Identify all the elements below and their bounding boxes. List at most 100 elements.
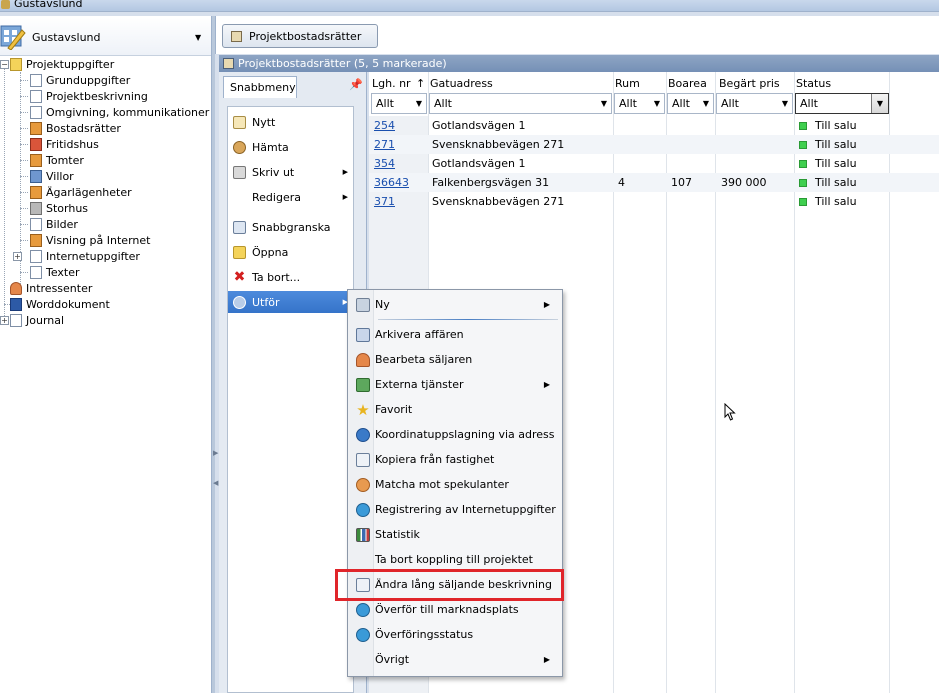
menu-item-ovrigt[interactable]: Övrigt ▶ <box>350 647 560 672</box>
tree-item-grunduppgifter[interactable]: Grunduppgifter <box>30 72 130 88</box>
tree-item-internetuppgifter[interactable]: Internetuppgifter <box>30 248 140 264</box>
column-header-status[interactable]: Status <box>796 77 831 90</box>
submenu-arrow-icon: ▶ <box>543 655 550 664</box>
tree-item-projektuppgifter[interactable]: Projektuppgifter <box>10 56 114 72</box>
menu-item-favorit[interactable]: ★ Favorit <box>350 397 560 422</box>
expand-toggle[interactable]: + <box>13 252 22 261</box>
table-row[interactable]: 254 Gotlandsvägen 1 Till salu <box>369 116 939 135</box>
tree-item-agarlagenheter[interactable]: Ägarlägenheter <box>30 184 132 200</box>
archive-icon <box>356 327 370 342</box>
filter-rum[interactable]: Allt ▼ <box>614 93 665 114</box>
table-row[interactable]: 36643 Falkenbergsvägen 31 4 107 390 000 … <box>369 173 939 192</box>
filter-status[interactable]: Allt ▼ <box>795 93 889 114</box>
menu-item-registrering[interactable]: Registrering av Internetuppgifter <box>350 497 560 522</box>
grid-title-bar: Projektbostadsrätter (5, 5 markerade) <box>219 55 939 72</box>
quick-menu-nytt[interactable]: Nytt <box>228 111 354 133</box>
quick-menu-redigera[interactable]: Redigera ▶ <box>228 186 354 208</box>
new-icon <box>233 115 246 129</box>
table-row[interactable]: 371 Svensknabbevägen 271 Till salu <box>369 192 939 211</box>
table-row[interactable]: 271 Svensknabbevägen 271 Till salu <box>369 135 939 154</box>
splitter-grip-icon[interactable]: ◀ <box>213 479 218 487</box>
quick-menu-hamta[interactable]: Hämta <box>228 136 354 158</box>
submenu-arrow-icon: ▶ <box>543 380 550 389</box>
quick-menu-ta-bort[interactable]: ✖ Ta bort... <box>228 266 354 288</box>
globe-icon <box>356 602 370 617</box>
expand-toggle[interactable]: + <box>0 316 9 325</box>
toolbar-panel: Projektbostadsrätter <box>215 16 939 54</box>
document-icon <box>30 265 42 279</box>
new-person-icon <box>356 297 370 312</box>
tree-item-villor[interactable]: Villor <box>30 168 74 184</box>
tab-snabbmeny[interactable]: Snabbmeny <box>223 76 297 98</box>
owned-apartment-icon <box>30 185 42 199</box>
column-header-rum[interactable]: Rum <box>615 77 640 90</box>
column-header-begart-pris[interactable]: Begärt pris <box>719 77 780 90</box>
filter-begart-pris[interactable]: Allt ▼ <box>716 93 793 114</box>
column-header-boarea[interactable]: Boarea <box>668 77 707 90</box>
menu-item-kopiera[interactable]: Kopiera från fastighet <box>350 447 560 472</box>
pane-splitter[interactable] <box>212 16 215 693</box>
menu-item-arkivera[interactable]: Arkivera affären <box>350 322 560 347</box>
tree-item-fritidshus[interactable]: Fritidshus <box>30 136 99 152</box>
column-header-lgh-nr[interactable]: Lgh. nr <box>372 77 411 90</box>
menu-item-ny[interactable]: Ny ▶ <box>350 292 560 317</box>
menu-item-koordinat[interactable]: Koordinatuppslagning via adress <box>350 422 560 447</box>
globe-icon <box>356 502 370 517</box>
person-icon <box>356 352 370 367</box>
utfor-context-menu: Ny ▶ Arkivera affären Bearbeta säljaren E… <box>347 289 563 677</box>
tree-item-intressenter[interactable]: Intressenter <box>10 280 92 296</box>
filter-lgh-nr[interactable]: Allt ▼ <box>371 93 427 114</box>
filter-boarea[interactable]: Allt ▼ <box>667 93 714 114</box>
tree-item-tomter[interactable]: Tomter <box>30 152 84 168</box>
plot-icon <box>30 153 42 167</box>
highlight-box <box>335 569 564 601</box>
printer-icon <box>233 165 246 179</box>
mouse-cursor-icon <box>724 403 736 421</box>
document-icon <box>30 217 42 231</box>
tree-item-visning[interactable]: Visning på Internet <box>30 232 150 248</box>
quick-menu-utfor[interactable]: Utför ▶ <box>228 291 354 313</box>
document-icon <box>30 249 42 263</box>
document-icon <box>30 73 42 87</box>
project-selector[interactable]: Gustavslund ▼ <box>0 18 211 56</box>
window-title: Gustavslund <box>14 0 83 10</box>
chevron-down-icon: ▼ <box>781 99 788 108</box>
tree-item-omgivning[interactable]: Omgivning, kommunikationer <box>30 104 209 120</box>
house-icon <box>30 169 42 183</box>
word-document-icon <box>10 297 22 311</box>
quick-menu-oppna[interactable]: Öppna <box>228 241 354 263</box>
chevron-down-icon[interactable]: ▼ <box>195 33 201 42</box>
pin-icon[interactable]: 📌 <box>349 78 363 91</box>
tree-item-texter[interactable]: Texter <box>30 264 80 280</box>
table-row[interactable]: 354 Gotlandsvägen 1 Till salu <box>369 154 939 173</box>
tree-item-bostadsratter[interactable]: Bostadsrätter <box>30 120 121 136</box>
chevron-down-icon[interactable]: ▼ <box>871 94 888 113</box>
menu-item-bearbeta[interactable]: Bearbeta säljaren <box>350 347 560 372</box>
tree-item-journal[interactable]: Journal <box>10 312 64 328</box>
delete-icon: ✖ <box>233 268 246 285</box>
building-icon <box>223 58 234 69</box>
menu-item-matcha[interactable]: Matcha mot spekulanter <box>350 472 560 497</box>
filter-gatuadress[interactable]: Allt ▼ <box>429 93 612 114</box>
splitter-grip-icon[interactable]: ▶ <box>213 449 218 457</box>
quick-menu-snabbgranska[interactable]: Snabbgranska <box>228 216 354 238</box>
tree-item-worddokument[interactable]: Worddokument <box>10 296 110 312</box>
project-selector-label: Gustavslund <box>32 31 101 44</box>
folder-open-icon <box>233 245 246 259</box>
globe-status-icon <box>356 627 370 642</box>
quick-menu-skriv-ut[interactable]: Skriv ut ▶ <box>228 161 354 183</box>
app-icon <box>1 0 10 9</box>
collapse-toggle[interactable]: − <box>0 60 9 69</box>
submenu-arrow-icon: ▶ <box>342 168 348 176</box>
tree-item-storhus[interactable]: Storhus <box>30 200 88 216</box>
tab-projektbostadsratter[interactable]: Projektbostadsrätter <box>222 24 378 48</box>
tree-item-projektbeskrivning[interactable]: Projektbeskrivning <box>30 88 148 104</box>
viewing-icon <box>30 233 42 247</box>
menu-item-externa[interactable]: Externa tjänster ▶ <box>350 372 560 397</box>
globe-icon <box>356 427 370 442</box>
column-header-gatuadress[interactable]: Gatuadress <box>430 77 493 90</box>
tree-item-bilder[interactable]: Bilder <box>30 216 78 232</box>
menu-item-overforingsstatus[interactable]: Överföringsstatus <box>350 622 560 647</box>
menu-item-statistik[interactable]: Statistik <box>350 522 560 547</box>
status-indicator-icon <box>799 122 807 130</box>
